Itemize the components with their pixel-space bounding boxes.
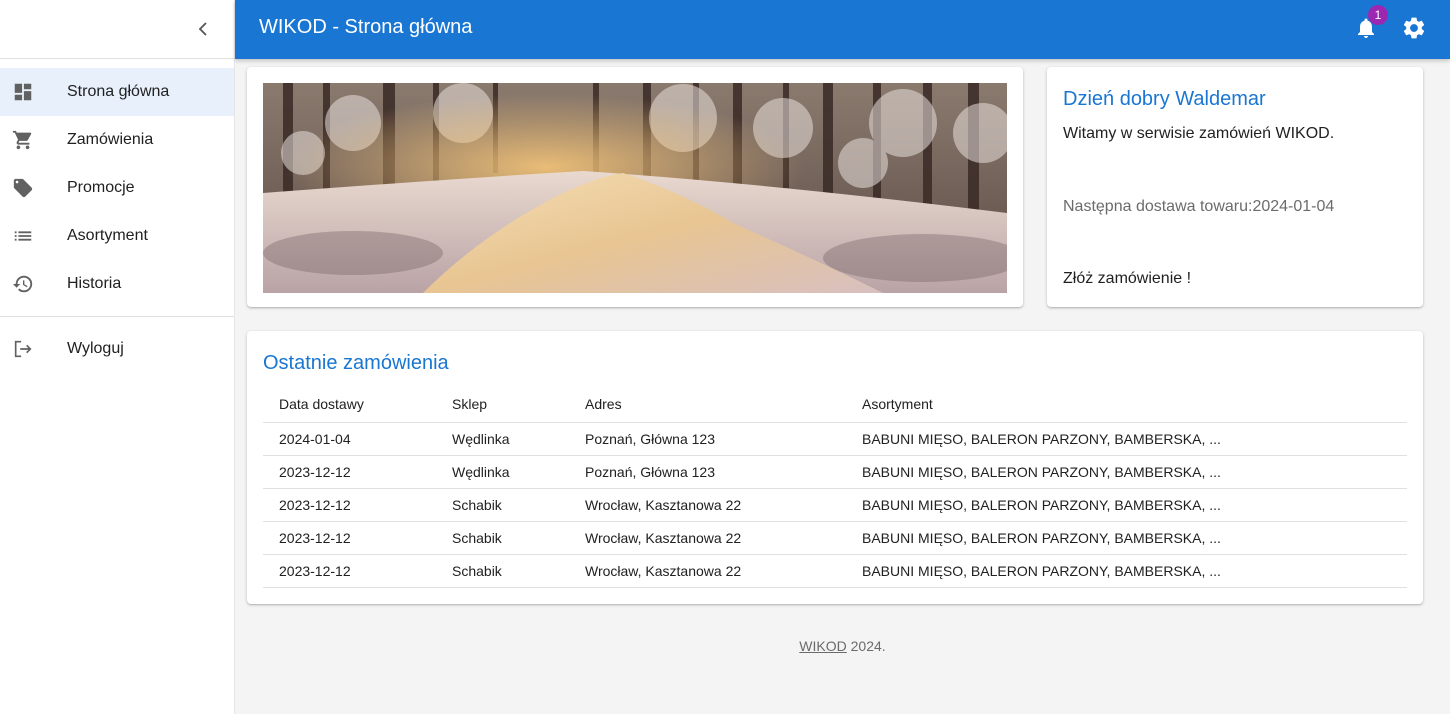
logout-button[interactable]: Wyloguj <box>0 325 234 373</box>
cell-shop: Schabik <box>436 521 569 555</box>
recent-orders-title: Ostatnie zamówienia <box>263 352 449 374</box>
cell-address: Wrocław, Kasztanowa 22 <box>569 488 846 522</box>
gear-icon <box>1403 17 1425 39</box>
cell-address: Wrocław, Kasztanowa 22 <box>569 554 846 588</box>
column-header-shop: Sklep <box>436 387 569 423</box>
chevron-left-icon <box>198 22 207 36</box>
table-row[interactable]: 2023-12-12 Schabik Wrocław, Kasztanowa 2… <box>263 554 1407 588</box>
sidebar-item-home[interactable]: Strona główna <box>0 68 234 116</box>
settings-button[interactable] <box>1401 15 1427 41</box>
sidebar-item-label: Strona główna <box>67 83 170 100</box>
orders-table: Data dostawy Sklep Adres Asortyment 2024… <box>263 387 1407 588</box>
page-title: WIKOD - Strona główna <box>259 16 473 38</box>
cell-address: Wrocław, Kasztanowa 22 <box>569 521 846 555</box>
sidebar-header <box>0 0 234 59</box>
sidebar-divider <box>0 316 234 317</box>
history-icon <box>11 272 35 296</box>
welcome-card: Dzień dobry Waldemar Witamy w serwisie z… <box>1047 67 1423 307</box>
list-icon <box>11 224 35 248</box>
sidebar-item-assortment[interactable]: Asortyment <box>0 212 234 260</box>
table-row[interactable]: 2023-12-12 Schabik Wrocław, Kasztanowa 2… <box>263 521 1407 555</box>
notification-badge: 1 <box>1368 5 1388 25</box>
logout-icon <box>11 337 35 361</box>
app-bar: WIKOD - Strona główna 1 <box>235 0 1450 59</box>
cell-shop: Wędlinka <box>436 455 569 489</box>
cell-assortment: BABUNI MIĘSO, BALERON PARZONY, BAMBERSKA… <box>846 422 1407 456</box>
column-header-assortment: Asortyment <box>846 387 1407 423</box>
sidebar-nav: Strona główna Zamówienia Promocje Asorty… <box>0 59 234 373</box>
next-delivery: Następna dostawa towaru:2024-01-04 <box>1063 198 1335 215</box>
footer-link[interactable]: WIKOD <box>799 638 846 654</box>
table-row[interactable]: 2023-12-12 Wędlinka Poznań, Główna 123 B… <box>263 455 1407 489</box>
cell-assortment: BABUNI MIĘSO, BALERON PARZONY, BAMBERSKA… <box>846 521 1407 555</box>
cell-delivery-date: 2023-12-12 <box>263 521 436 555</box>
cell-delivery-date: 2023-12-12 <box>263 455 436 489</box>
cell-shop: Schabik <box>436 488 569 522</box>
table-header-row: Data dostawy Sklep Adres Asortyment <box>263 387 1407 423</box>
cell-delivery-date: 2023-12-12 <box>263 488 436 522</box>
table-row[interactable]: 2023-12-12 Schabik Wrocław, Kasztanowa 2… <box>263 488 1407 522</box>
column-header-delivery-date: Data dostawy <box>263 387 436 423</box>
footer-year: 2024. <box>846 638 886 654</box>
cell-address: Poznań, Główna 123 <box>569 455 846 489</box>
cell-address: Poznań, Główna 123 <box>569 422 846 456</box>
sidebar-item-promotions[interactable]: Promocje <box>0 164 234 212</box>
winter-forest-image <box>263 83 1007 293</box>
cell-assortment: BABUNI MIĘSO, BALERON PARZONY, BAMBERSKA… <box>846 488 1407 522</box>
column-header-address: Adres <box>569 387 846 423</box>
tag-icon <box>11 176 35 200</box>
sidebar-item-history[interactable]: Historia <box>0 260 234 308</box>
collapse-sidebar-button[interactable] <box>190 15 218 43</box>
sidebar: Strona główna Zamówienia Promocje Asorty… <box>0 0 235 714</box>
logout-label: Wyloguj <box>67 340 124 357</box>
sidebar-item-label: Promocje <box>67 179 135 196</box>
welcome-message: Witamy w serwisie zamówień WIKOD. <box>1063 125 1335 142</box>
sidebar-item-orders[interactable]: Zamówienia <box>0 116 234 164</box>
cart-icon <box>11 128 35 152</box>
cell-delivery-date: 2023-12-12 <box>263 554 436 588</box>
cell-shop: Schabik <box>436 554 569 588</box>
sidebar-item-label: Zamówienia <box>67 131 154 148</box>
dashboard-icon <box>11 80 35 104</box>
welcome-title: Dzień dobry Waldemar <box>1063 88 1266 110</box>
recent-orders-card: Ostatnie zamówienia Data dostawy Sklep A… <box>247 331 1423 604</box>
place-order-link[interactable]: Złóż zamówienie ! <box>1063 270 1191 288</box>
sidebar-item-label: Historia <box>67 275 122 292</box>
footer: WIKOD 2024. <box>235 638 1450 654</box>
cell-delivery-date: 2024-01-04 <box>263 422 436 456</box>
table-row[interactable]: 2024-01-04 Wędlinka Poznań, Główna 123 B… <box>263 422 1407 456</box>
cell-shop: Wędlinka <box>436 422 569 456</box>
cell-assortment: BABUNI MIĘSO, BALERON PARZONY, BAMBERSKA… <box>846 455 1407 489</box>
sidebar-item-label: Asortyment <box>67 227 148 244</box>
banner-card <box>247 67 1023 307</box>
cell-assortment: BABUNI MIĘSO, BALERON PARZONY, BAMBERSKA… <box>846 554 1407 588</box>
